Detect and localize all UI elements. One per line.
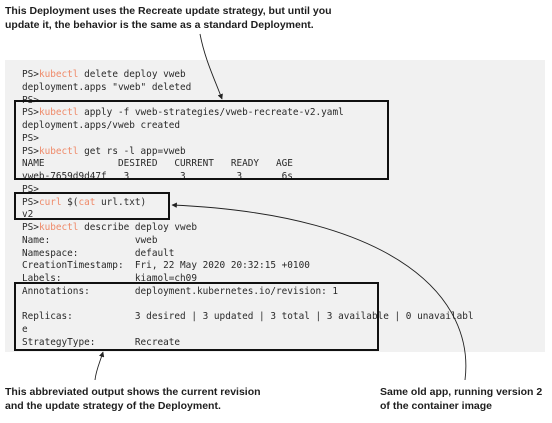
arrow-revision-to-describe [94,351,105,381]
arrow-version-to-curl [171,202,467,381]
annotation-arrows [94,33,467,381]
arrow-top-to-apply [199,33,223,100]
